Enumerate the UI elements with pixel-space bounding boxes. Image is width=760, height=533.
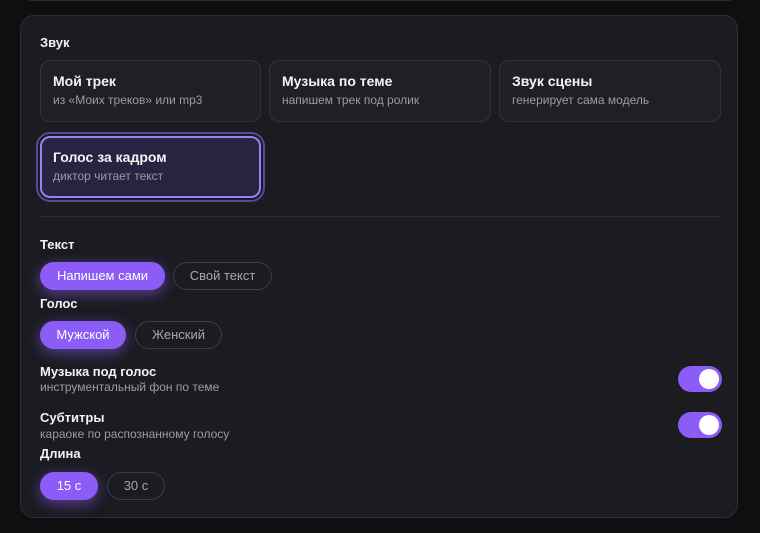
voice-option-female[interactable]: Женский [135,321,222,349]
text-section-label: Текст [40,237,75,252]
duration-section-label: Длина [40,446,81,461]
music-under-voice-toggle[interactable] [678,366,722,392]
sound-option-title: Голос за кадром [53,149,167,165]
toggle-knob [699,369,719,389]
sound-option-title: Мой трек [53,73,116,89]
duration-option-30s[interactable]: 30 с [107,472,165,500]
voice-section-label: Голос [40,296,78,311]
text-option-own-text[interactable]: Свой текст [173,262,272,290]
music-under-voice-subtitle: инструментальный фон по теме [40,380,220,394]
duration-option-15s[interactable]: 15 с [40,472,98,500]
sound-option-subtitle: диктор читает текст [53,169,164,183]
sound-option-subtitle: напишем трек под ролик [282,93,420,107]
sound-option-topic-music[interactable]: Музыка по теме напишем трек под ролик [269,60,491,122]
sound-option-my-track[interactable]: Мой трек из «Моих треков» или mp3 [40,60,261,122]
music-under-voice-title: Музыка под голос [40,364,157,379]
voice-option-male[interactable]: Мужской [40,321,126,349]
sound-option-scene-sound[interactable]: Звук сцены генерирует сама модель [499,60,721,122]
sound-section-label: Звук [40,35,70,50]
subtitles-subtitle: караоке по распознанному голосу [40,427,230,441]
sound-option-title: Звук сцены [512,73,593,89]
toggle-knob [699,415,719,435]
previous-panel-edge [20,0,740,1]
subtitles-title: Субтитры [40,410,105,425]
subtitles-toggle[interactable] [678,412,722,438]
sound-option-subtitle: генерирует сама модель [512,93,650,107]
section-divider [40,216,721,217]
sound-option-title: Музыка по теме [282,73,393,89]
sound-option-voiceover[interactable]: Голос за кадром диктор читает текст [40,136,261,198]
text-option-we-write[interactable]: Напишем сами [40,262,165,290]
sound-settings-panel: Звук Мой трек из «Моих треков» или mp3 М… [20,15,738,518]
sound-option-subtitle: из «Моих треков» или mp3 [53,93,203,107]
